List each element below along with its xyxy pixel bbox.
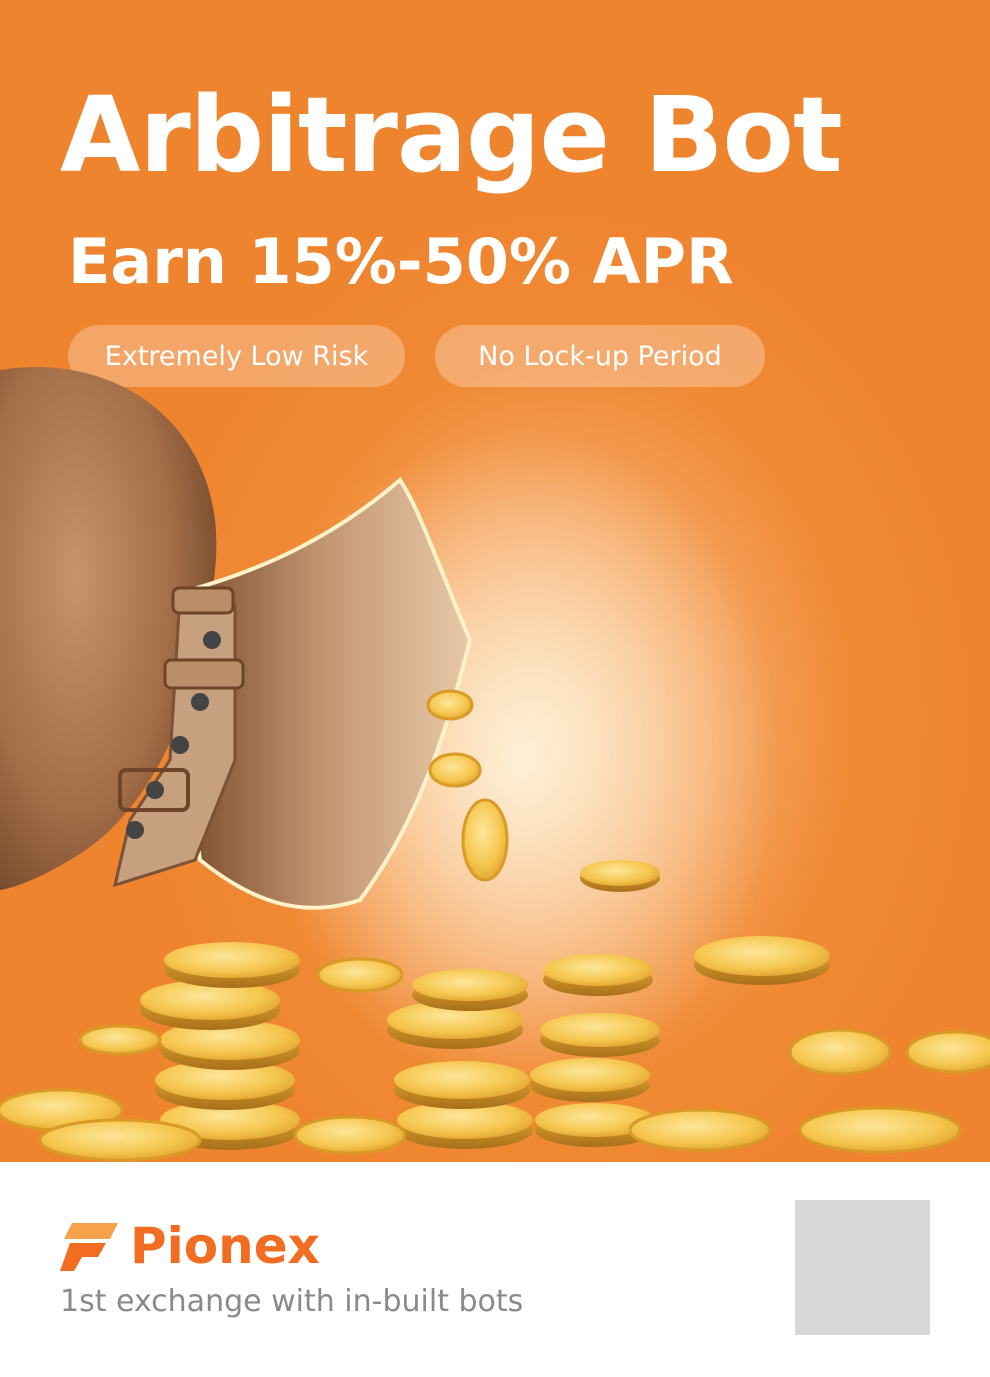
qr-code-placeholder	[795, 1200, 930, 1335]
falling-coin	[461, 798, 509, 882]
falling-coin	[426, 689, 474, 721]
tilted-coin	[905, 1030, 990, 1074]
brand-tagline: 1st exchange with in-built bots	[60, 1284, 524, 1319]
coin-stack	[140, 942, 300, 1150]
poster: Arbitrage Bot Earn 15%-50% APR Extremely…	[0, 0, 990, 1377]
page-title: Arbitrage Bot	[60, 74, 843, 196]
pionex-logo-icon	[60, 1223, 118, 1271]
money-bag-illustration	[0, 366, 990, 1162]
tilted-coin	[788, 1028, 892, 1076]
tilted-coin	[694, 936, 830, 985]
falling-coin	[428, 752, 482, 788]
brand-name: Pionex	[130, 1217, 320, 1275]
hero-banner: Arbitrage Bot Earn 15%-50% APR Extremely…	[0, 0, 990, 1162]
apr-subtitle: Earn 15%-50% APR	[68, 225, 734, 298]
tilted-coin	[316, 957, 404, 993]
footer: Pionex 1st exchange with in-built bots	[0, 1162, 990, 1377]
pionex-logo: Pionex	[60, 1218, 320, 1274]
tilted-coin	[78, 1024, 162, 1056]
falling-coin	[580, 860, 660, 892]
